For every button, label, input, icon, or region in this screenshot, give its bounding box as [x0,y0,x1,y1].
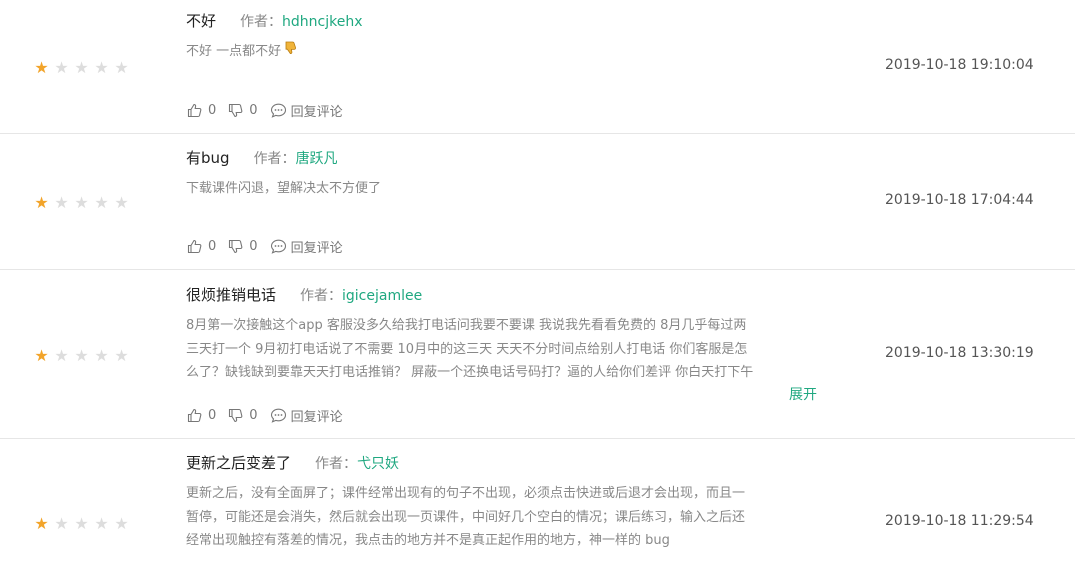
star-empty-icon: ★ [114,514,129,533]
star-empty-icon: ★ [114,346,129,365]
star-empty-icon: ★ [94,58,109,77]
star-empty-icon: ★ [94,514,109,533]
reply-label: 回复评论 [290,241,343,256]
author-name-link[interactable]: 弋只妖 [357,453,399,473]
review-body-line: 么了？缺钱缺到要靠天天打电话推销？ 屏蔽一个还换电话号码打？逼的人给你们差评 你… [186,365,754,380]
dislike-count: 0 [249,103,258,118]
author-label: 作者： [253,151,296,167]
reply-label: 回复评论 [290,410,343,425]
review-actions: 0 0 回复评论 [187,101,343,120]
comment-bubble-icon [270,239,287,254]
review-actions: 0 0 回复评论 [187,237,343,256]
like-count: 0 [208,239,217,254]
review-title: 不好 [186,12,217,30]
thumbs-down-emoji-icon [284,40,297,64]
thumbs-up-icon [187,239,202,254]
like-button[interactable]: 0 [187,103,216,118]
reply-button[interactable]: 回复评论 [270,237,343,256]
reply-button[interactable]: 回复评论 [270,406,343,425]
star-filled-icon: ★ [34,514,49,533]
reply-button[interactable]: 回复评论 [270,101,343,120]
star-empty-icon: ★ [54,58,69,77]
review-body-line: 8月第一次接触这个app 客服没多久给我打电话问我要不要课 我说我先看看免费的 … [186,318,747,333]
rating-stars: ★ ★ ★ ★ ★ [33,60,130,76]
review-body-line: 三天打一个 9月初打电话说了不需要 10月中的这三天 天天不分时间点给别人打电话… [186,341,748,357]
star-empty-icon: ★ [94,346,109,365]
rating-stars: ★ ★ ★ ★ ★ [33,516,130,532]
star-empty-icon: ★ [54,346,69,365]
review-body-line: 经常出现触控有落差的情况，我点击的地方并不是真正起作用的地方，神一样的 bug [186,533,670,548]
review-item: 很烦推销电话 作者： igicejamlee 8月第一次接触这个app 客服没多… [0,270,1075,439]
comment-bubble-icon [270,408,287,423]
review-date: 2019-10-18 13:30:19 [885,345,1034,361]
star-filled-icon: ★ [34,58,49,77]
rating-stars: ★ ★ ★ ★ ★ [33,348,130,364]
review-item: 有bug 作者： 唐跃凡 下载课件闪退，望解决太不方便了 ★ ★ ★ ★ ★ 2… [0,134,1075,270]
author-label: 作者： [300,288,343,304]
review-title: 更新之后变差了 [186,454,292,472]
review-header: 更新之后变差了 作者： 弋只妖 [186,452,399,473]
star-empty-icon: ★ [114,58,129,77]
dislike-button[interactable]: 0 [228,103,258,118]
review-date: 2019-10-18 11:29:54 [885,513,1034,529]
review-body: 不好 一点都不好 [186,40,820,64]
thumbs-up-icon [187,103,202,118]
author-name-link[interactable]: igicejamlee [342,288,422,304]
star-empty-icon: ★ [54,514,69,533]
like-button[interactable]: 0 [187,408,216,423]
dislike-button[interactable]: 0 [228,239,258,254]
like-count: 0 [208,408,217,423]
review-body: 更新之后，没有全面屏了；课件经常出现有的句子不出现，必须点击快进或后退才会出现，… [186,482,820,553]
review-title: 有bug [186,149,230,167]
thumbs-down-icon [228,408,243,423]
rating-stars: ★ ★ ★ ★ ★ [33,195,130,211]
star-empty-icon: ★ [54,193,69,212]
author-name-link[interactable]: hdhncjkehx [282,14,362,30]
star-empty-icon: ★ [74,193,89,212]
review-body: 下载课件闪退，望解决太不方便了 [186,177,820,201]
review-header: 有bug 作者： 唐跃凡 [186,147,338,168]
author-label: 作者： [240,14,283,30]
review-actions: 0 0 回复评论 [187,406,343,425]
thumbs-down-icon [228,239,243,254]
review-header: 不好 作者： hdhncjkehx [186,10,363,31]
review-date: 2019-10-18 17:04:44 [885,192,1034,208]
star-empty-icon: ★ [74,58,89,77]
star-filled-icon: ★ [34,346,49,365]
star-empty-icon: ★ [94,193,109,212]
star-empty-icon: ★ [74,346,89,365]
review-date: 2019-10-18 19:10:04 [885,57,1034,73]
review-body: 8月第一次接触这个app 客服没多久给我打电话问我要不要课 我说我先看看免费的 … [186,314,820,385]
review-title: 很烦推销电话 [186,286,277,304]
dislike-count: 0 [249,239,258,254]
author-name-link[interactable]: 唐跃凡 [296,148,338,168]
comment-bubble-icon [270,103,287,118]
review-header: 很烦推销电话 作者： igicejamlee [186,284,422,305]
review-body-line: 暂停，可能还是会消失，然后就会出现一页课件，中间好几个空白的情况；课后练习，输入… [186,509,746,525]
like-button[interactable]: 0 [187,239,216,254]
review-item: 更新之后变差了 作者： 弋只妖 更新之后，没有全面屏了；课件经常出现有的句子不出… [0,439,1075,561]
review-body-line: 更新之后，没有全面屏了；课件经常出现有的句子不出现，必须点击快进或后退才会出现，… [186,486,746,501]
thumbs-up-icon [187,408,202,423]
review-list: 不好 作者： hdhncjkehx 不好 一点都不好 ★ ★ ★ ★ ★ 201… [0,0,1080,561]
thumbs-down-icon [228,103,243,118]
review-body-line: 不好 一点都不好 [186,44,282,59]
author-label: 作者： [315,456,358,472]
like-count: 0 [208,103,217,118]
star-empty-icon: ★ [74,514,89,533]
star-empty-icon: ★ [114,193,129,212]
star-filled-icon: ★ [34,193,49,212]
review-body-line: 下载课件闪退，望解决太不方便了 [186,181,382,196]
reply-label: 回复评论 [290,105,343,120]
review-item: 不好 作者： hdhncjkehx 不好 一点都不好 ★ ★ ★ ★ ★ 201… [0,0,1075,134]
dislike-count: 0 [249,408,258,423]
dislike-button[interactable]: 0 [228,408,258,423]
expand-link[interactable]: 展开 [789,384,817,404]
